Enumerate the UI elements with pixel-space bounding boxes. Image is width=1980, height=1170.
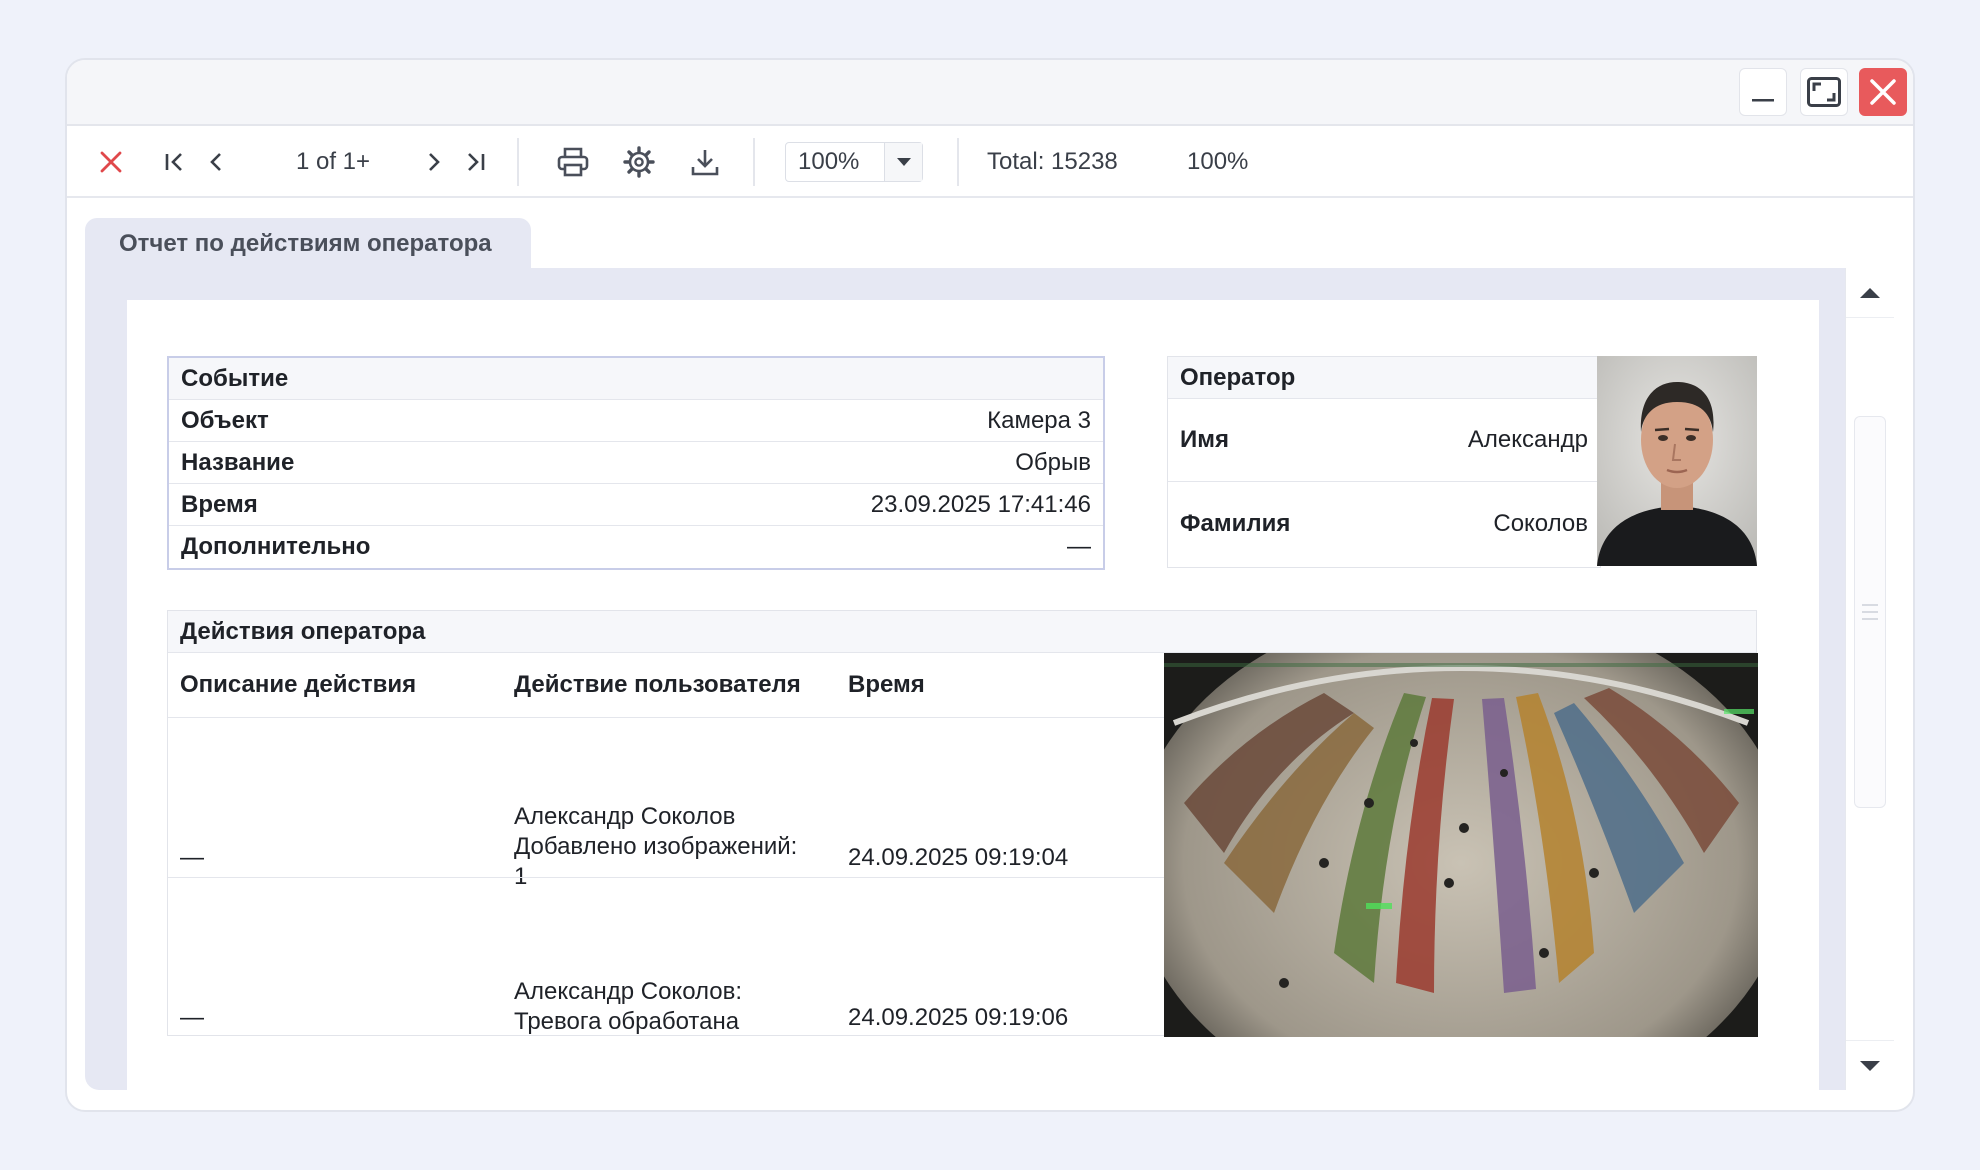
row-time: 24.09.2025 09:19:06	[848, 1004, 1069, 1031]
event-table-header: Событие	[169, 358, 1103, 400]
column-header-description: Описание действия	[180, 671, 417, 698]
row-description: —	[180, 1004, 204, 1031]
row-user-action: Александр Соколов Добавлено изображений:…	[514, 802, 834, 892]
total-count: Total: 15238	[987, 148, 1118, 175]
report-toolbar: 1 of 1+ 100% Total: 15238 100%	[67, 126, 1913, 198]
operator-row-value: Соколов	[1493, 509, 1588, 537]
row-divider	[168, 877, 1164, 878]
vertical-scrollbar[interactable]	[1845, 268, 1894, 1090]
title-bar	[67, 60, 1913, 126]
chevron-left-icon	[210, 153, 221, 171]
caret-down-icon	[1860, 1060, 1880, 1071]
maximize-icon	[1807, 77, 1841, 107]
user-action-line: Добавлено изображений:	[514, 833, 798, 860]
event-row: Дополнительно —	[169, 526, 1103, 568]
tab-operator-report[interactable]: Отчет по действиям оператора	[85, 218, 531, 270]
first-page-button[interactable]	[155, 126, 195, 198]
actions-table-header: Действия оператора	[168, 611, 1756, 653]
event-row: Объект Камера 3	[169, 400, 1103, 442]
event-row: Время 23.09.2025 17:41:46	[169, 484, 1103, 526]
close-icon	[100, 151, 122, 173]
operator-row: Имя Александр	[1168, 399, 1600, 482]
event-row-label: Объект	[181, 406, 269, 434]
operator-row-value: Александр	[1467, 426, 1588, 453]
event-row-label: Дополнительно	[181, 533, 371, 560]
operator-row: Фамилия Соколов	[1168, 482, 1600, 565]
toolbar-divider	[517, 138, 519, 186]
settings-button[interactable]	[615, 126, 663, 198]
toolbar-divider	[753, 138, 755, 186]
scrollbar-thumb[interactable]	[1854, 416, 1886, 808]
close-icon	[1870, 79, 1896, 105]
printer-icon	[557, 147, 589, 177]
row-description: —	[180, 844, 204, 871]
zoom-select-value: 100%	[798, 148, 860, 175]
event-row-value: —	[1067, 533, 1091, 560]
operator-actions-table: Действия оператора Описание действия Дей…	[167, 610, 1758, 1037]
event-table: Событие Объект Камера 3 Название Обрыв В…	[167, 356, 1105, 570]
user-action-line: Александр Соколов	[514, 803, 736, 830]
row-time: 24.09.2025 09:19:04	[848, 844, 1069, 871]
row-user-action: Александр Соколов: Тревога обработана	[514, 977, 834, 1037]
grip-icon	[1862, 604, 1878, 620]
report-page: Событие Объект Камера 3 Название Обрыв В…	[127, 300, 1819, 1090]
operator-table: Оператор Имя Александр Фамилия Соколов	[1167, 356, 1601, 568]
event-row-label: Название	[181, 448, 295, 476]
operator-photo	[1597, 356, 1757, 566]
event-row-value: Камера 3	[987, 406, 1091, 434]
report-stage: Событие Объект Камера 3 Название Обрыв В…	[85, 268, 1893, 1090]
previous-page-button[interactable]	[197, 126, 237, 198]
download-button[interactable]	[681, 126, 729, 198]
chevron-right-icon	[429, 153, 440, 171]
event-row: Название Обрыв	[169, 442, 1103, 484]
zoom-dropdown-button[interactable]	[884, 143, 922, 181]
zoom-select[interactable]: 100%	[785, 142, 923, 182]
column-header-user-action: Действие пользователя	[514, 671, 801, 698]
row-divider	[168, 717, 1164, 718]
event-row-value: Обрыв	[1015, 448, 1091, 476]
caret-up-icon	[1860, 287, 1880, 298]
last-page-button[interactable]	[455, 126, 495, 198]
maximize-button[interactable]	[1800, 68, 1848, 116]
column-header-time: Время	[848, 671, 925, 698]
first-page-icon	[165, 153, 182, 171]
scroll-down-button[interactable]	[1846, 1040, 1894, 1090]
minimize-icon	[1752, 99, 1774, 102]
scroll-up-button[interactable]	[1846, 268, 1894, 318]
next-page-button[interactable]	[413, 126, 453, 198]
operator-row-label: Фамилия	[1180, 509, 1291, 537]
toolbar-divider	[957, 138, 959, 186]
page-indicator: 1 of 1+	[295, 148, 371, 175]
zoom-status: 100%	[1187, 148, 1249, 175]
report-viewer-window: 1 of 1+ 100% Total: 15238 100% Отчет по …	[65, 58, 1915, 1112]
operator-row-label: Имя	[1180, 426, 1230, 453]
minimize-button[interactable]	[1739, 68, 1787, 116]
download-icon	[691, 150, 719, 176]
print-button[interactable]	[549, 126, 597, 198]
event-row-value: 23.09.2025 17:41:46	[870, 490, 1091, 518]
event-row-label: Время	[181, 490, 258, 518]
camera-snapshot	[1164, 653, 1758, 1037]
gear-icon	[623, 146, 655, 178]
close-report-button[interactable]	[87, 126, 135, 198]
last-page-icon	[468, 153, 485, 171]
window-close-button[interactable]	[1859, 68, 1907, 116]
operator-table-header: Оператор	[1168, 357, 1600, 399]
caret-down-icon	[896, 158, 911, 166]
user-action-line: Александр Соколов:	[514, 978, 743, 1005]
user-action-line: Тревога обработана	[514, 1008, 740, 1035]
